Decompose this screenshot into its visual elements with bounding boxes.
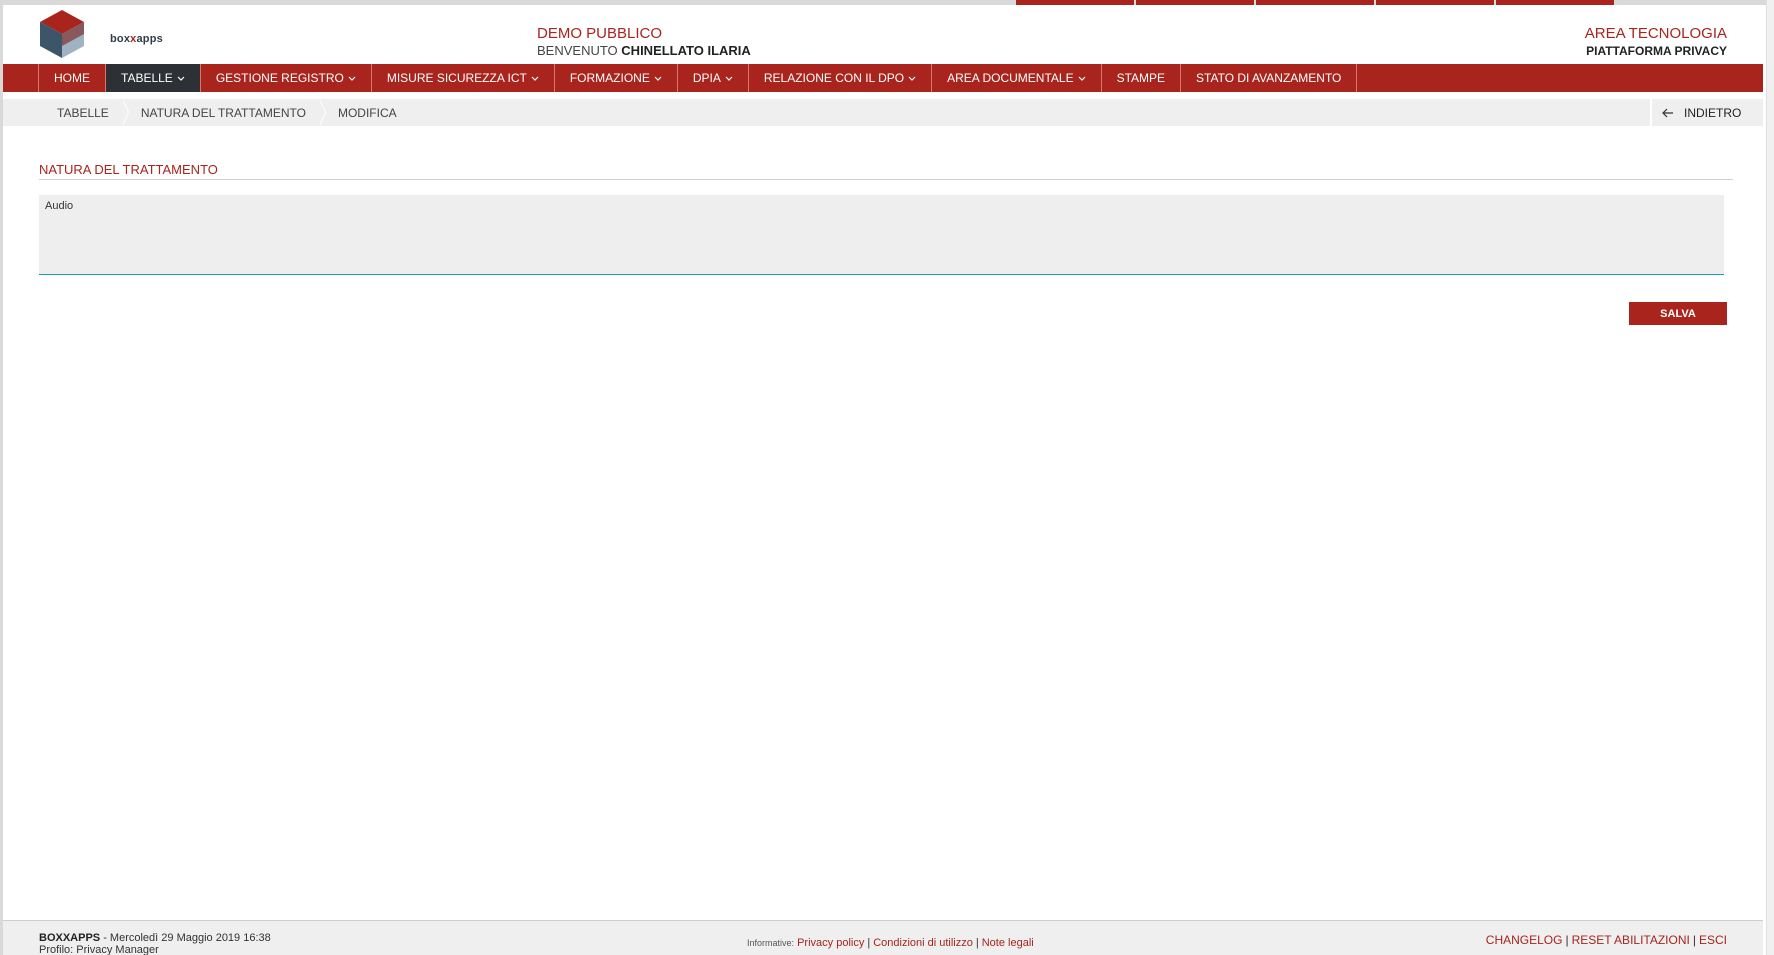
nav-item-formazione[interactable]: FORMAZIONE [555, 64, 678, 92]
terms-link[interactable]: Condizioni di utilizzo [873, 937, 973, 949]
user-name: CHINELLATO ILARIA [621, 43, 751, 58]
breadcrumb: TABELLE NATURA DEL TRATTAMENTO MODIFICA [39, 99, 411, 126]
nav-item-label: STATO DI AVANZAMENTO [1196, 71, 1342, 85]
footer-info: BOXXAPPS - Mercoledì 29 Maggio 2019 16:3… [39, 932, 271, 955]
back-label: INDIETRO [1684, 105, 1742, 120]
nav-item-label: DPIA [692, 71, 721, 85]
footer: BOXXAPPS - Mercoledì 29 Maggio 2019 16:3… [3, 920, 1763, 955]
breadcrumb-item-natura[interactable]: NATURA DEL TRATTAMENTO [123, 99, 327, 126]
nav-item-stato-di-avanzamento[interactable]: STATO DI AVANZAMENTO [1181, 64, 1358, 92]
welcome-prefix: BENVENUTO [537, 43, 618, 58]
footer-links: Informative: Privacy policy | Condizioni d… [747, 937, 1034, 949]
nav-item-label: TABELLE [121, 71, 173, 85]
arrow-left-icon [1662, 108, 1673, 117]
breadcrumb-item-tabelle[interactable]: TABELLE [39, 99, 129, 126]
save-button[interactable]: SALVA [1629, 302, 1727, 325]
breadcrumb-bar: TABELLE NATURA DEL TRATTAMENTO MODIFICA … [3, 99, 1763, 126]
chevron-down-icon [908, 76, 916, 81]
nav-item-label: HOME [54, 71, 90, 85]
main-nav: HOME TABELLE GESTIONE REGISTRO MISURE SICUR… [3, 64, 1763, 92]
chevron-down-icon [531, 76, 539, 81]
nav-item-dpia[interactable]: DPIA [678, 64, 749, 92]
page-frame [0, 0, 1774, 955]
nav-item-home[interactable]: HOME [38, 64, 106, 92]
chevron-down-icon [654, 76, 662, 81]
breadcrumb-item-modifica: MODIFICA [337, 105, 397, 120]
nav-item-label: FORMAZIONE [569, 71, 650, 85]
nav-item-tabelle[interactable]: TABELLE [106, 64, 201, 92]
footer-datetime: - Mercoledì 29 Maggio 2019 16:38 [103, 932, 271, 944]
chevron-down-icon [177, 76, 185, 81]
informative-label: Informative: [747, 938, 795, 948]
nav-item-label: MISURE SICUREZZA ICT [386, 71, 527, 85]
area-label: AREA TECNOLOGIA [1584, 25, 1727, 42]
scrollbar[interactable] [1766, 0, 1774, 955]
changelog-link[interactable]: CHANGELOG [1486, 933, 1563, 947]
platform-label: PIATTAFORMA PRIVACY [1586, 44, 1727, 58]
main-nav-items: HOME TABELLE GESTIONE REGISTRO MISURE SICUR… [38, 64, 1358, 92]
footer-brand: BOXXAPPS [39, 932, 101, 944]
footer-actions: CHANGELOG | RESET ABILITAZIONI | ESCI [1485, 933, 1727, 947]
divider [39, 179, 1733, 180]
nav-item-area-documentale[interactable]: AREA DOCUMENTALE [932, 64, 1102, 92]
nav-item-stampe[interactable]: STAMPE [1102, 64, 1182, 92]
reset-permissions-link[interactable]: RESET ABILITAZIONI [1572, 933, 1690, 947]
nav-item-relazione-con-il-dpo[interactable]: RELAZIONE CON IL DPO [749, 64, 933, 92]
cube-logo-icon [40, 10, 84, 58]
chevron-down-icon [1078, 76, 1086, 81]
welcome-message: BENVENUTO CHINELLATO ILARIA [537, 43, 751, 58]
legal-notes-link[interactable]: Note legali [982, 937, 1034, 949]
nav-item-label: AREA DOCUMENTALE [947, 71, 1074, 85]
nav-item-misure-sicurezza-ict[interactable]: MISURE SICUREZZA ICT [372, 64, 555, 92]
natura-trattamento-field[interactable]: Audio [39, 195, 1724, 275]
privacy-policy-link[interactable]: Privacy policy [797, 937, 864, 949]
logo-text: boxxapps [110, 33, 163, 45]
chevron-down-icon [725, 76, 733, 81]
chevron-down-icon [348, 76, 356, 81]
logout-link[interactable]: ESCI [1699, 933, 1727, 947]
section-title: NATURA DEL TRATTAMENTO [39, 162, 218, 177]
environment-label: DEMO PUBBLICO [537, 25, 663, 42]
nav-item-label: RELAZIONE CON IL DPO [763, 71, 905, 85]
boxxapps-logo[interactable]: boxxapps [38, 8, 163, 64]
footer-profile: Profilo: Privacy Manager [39, 944, 159, 955]
natura-trattamento-textarea[interactable]: Audio [39, 195, 1724, 274]
back-button[interactable]: INDIETRO [1650, 99, 1763, 126]
header: boxxapps DEMO PUBBLICO BENVENUTO CHINELL… [3, 5, 1763, 63]
nav-item-label: STAMPE [1116, 71, 1166, 85]
nav-item-label: GESTIONE REGISTRO [215, 71, 344, 85]
nav-item-gestione-registro[interactable]: GESTIONE REGISTRO [201, 64, 372, 92]
